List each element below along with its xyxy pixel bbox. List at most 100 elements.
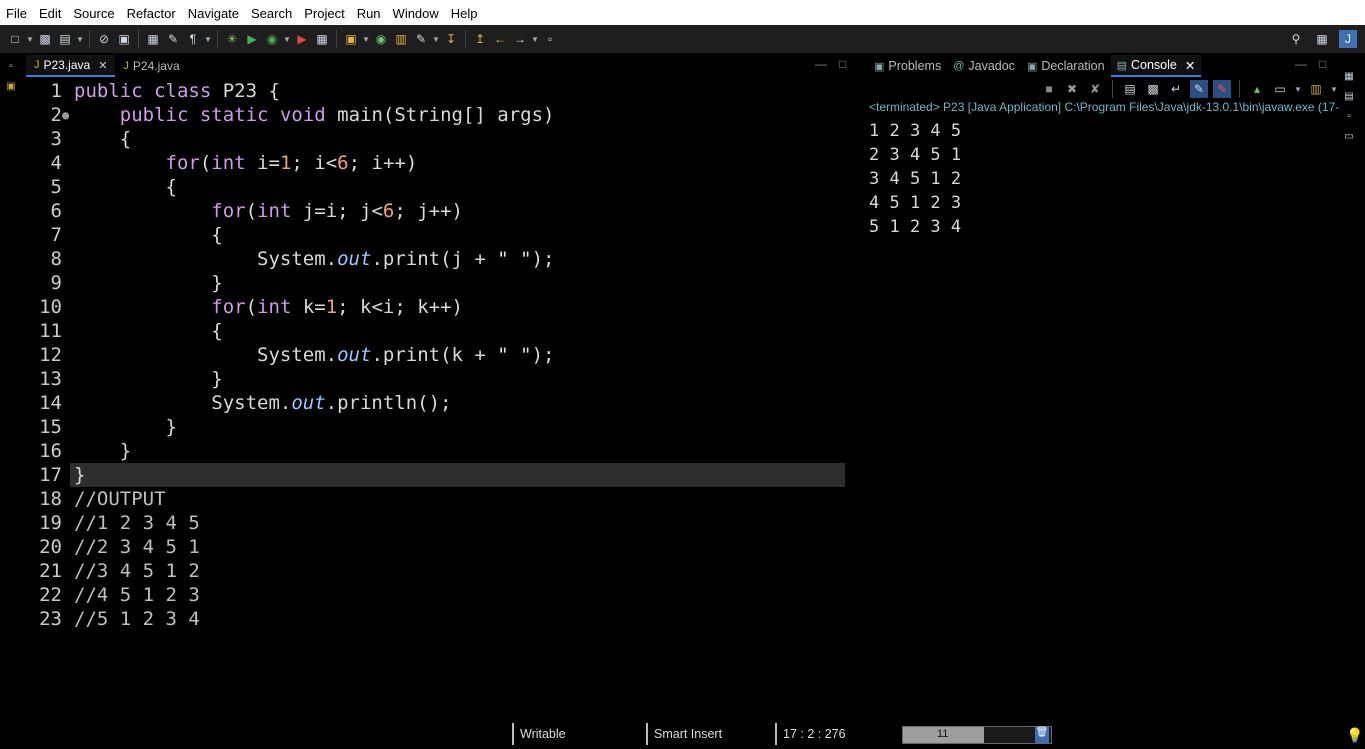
tab-javadoc[interactable]: @ Javadoc — [947, 55, 1021, 77]
mark-occurrences-icon[interactable]: ✎ — [164, 30, 182, 48]
code-line[interactable]: 22 //4 5 1 2 3 — [26, 583, 861, 607]
code-line[interactable]: 20 //2 3 4 5 1 — [26, 535, 861, 559]
close-icon[interactable]: ✕ — [98, 59, 107, 72]
open-type-icon[interactable]: ▣ — [115, 30, 133, 48]
code-line[interactable]: 7 { — [26, 223, 861, 247]
editor-tab-p24-java[interactable]: J P24.java — [115, 55, 187, 77]
remove-all-launches-icon[interactable]: ✘ — [1086, 80, 1104, 98]
code-line[interactable]: 2 ● public static void main(String[] args… — [26, 103, 861, 127]
chevron-down-icon[interactable]: ▼ — [362, 30, 370, 48]
remove-launch-icon[interactable]: ✖ — [1063, 80, 1081, 98]
show-on-output-icon[interactable]: ✎ — [1190, 80, 1208, 98]
tab-problems[interactable]: ▣ Problems — [868, 55, 947, 77]
code-line[interactable]: 5 { — [26, 175, 861, 199]
code-editor[interactable]: 1 public class P23 {2 ● public static void… — [26, 78, 861, 723]
code-line[interactable]: 19 //1 2 3 4 5 — [26, 511, 861, 535]
console-output[interactable]: 1 2 3 4 5 2 3 4 5 1 3 4 5 1 2 4 5 1 2 3 5 1 … — [869, 119, 961, 239]
save-all-icon[interactable]: ▤ — [56, 30, 74, 48]
code-line[interactable]: 11 { — [26, 319, 861, 343]
run-icon[interactable]: ▶ — [243, 30, 261, 48]
open-folder-icon[interactable]: ▥ — [392, 30, 410, 48]
debug-icon[interactable]: ✳ — [223, 30, 241, 48]
restore-icon[interactable]: ▫ — [1342, 109, 1356, 123]
external-tools-icon[interactable]: ▶ — [293, 30, 311, 48]
code-line[interactable]: 9 } — [26, 271, 861, 295]
new-class-icon[interactable]: ◉ — [372, 30, 390, 48]
code-line[interactable]: 18 //OUTPUT — [26, 487, 861, 511]
code-line[interactable]: 21 //3 4 5 1 2 — [26, 559, 861, 583]
menu-run[interactable]: Run — [351, 0, 387, 25]
save-icon[interactable]: ▩ — [36, 30, 54, 48]
menu-project[interactable]: Project — [298, 0, 350, 25]
code-line[interactable]: 23 //5 1 2 3 4 — [26, 607, 861, 631]
outline-icon[interactable]: ▦ — [1342, 69, 1356, 83]
heap-status[interactable]: 11 🗑 — [902, 726, 1052, 744]
code-line[interactable]: 14 System.out.println(); — [26, 391, 861, 415]
fold-icon[interactable]: ● — [62, 103, 69, 127]
menu-file[interactable]: File — [0, 0, 33, 25]
code-line[interactable]: 6 for(int j=i; j<6; j++) — [26, 199, 861, 223]
new-package-icon[interactable]: ▣ — [342, 30, 360, 48]
code-line[interactable]: 1 public class P23 { — [26, 79, 861, 103]
close-icon[interactable]: ✕ — [1185, 58, 1195, 73]
code-line[interactable]: 12 System.out.print(k + " "); — [26, 343, 861, 367]
chevron-down-icon[interactable]: ▼ — [531, 30, 539, 48]
code-line[interactable]: 4 for(int i=1; i<6; i++) — [26, 151, 861, 175]
menu-help[interactable]: Help — [445, 0, 484, 25]
scroll-lock-icon[interactable]: ▩ — [1144, 80, 1162, 98]
code-line[interactable]: 10 for(int k=1; k<i; k++) — [26, 295, 861, 319]
code-line[interactable]: 16 } — [26, 439, 861, 463]
tab-console[interactable]: ▤ Console ✕ — [1110, 55, 1202, 77]
chevron-down-icon[interactable]: ▼ — [76, 30, 84, 48]
forward-icon[interactable]: → — [511, 30, 529, 48]
annotation-prev-icon[interactable]: ↥ — [471, 30, 489, 48]
clear-console-icon[interactable]: ▤ — [1121, 80, 1139, 98]
code-line[interactable]: 13 } — [26, 367, 861, 391]
show-on-error-icon[interactable]: ✎ — [1213, 80, 1231, 98]
chevron-down-icon[interactable]: ▼ — [26, 30, 34, 48]
new-icon[interactable]: □ — [6, 30, 24, 48]
coverage-icon[interactable]: ◉ — [263, 30, 281, 48]
editor-tab-p23-java[interactable]: J P23.java ✕ — [26, 55, 116, 77]
minimize-icon[interactable]: — — [815, 57, 827, 71]
show-whitespace-icon[interactable]: ¶ — [184, 30, 202, 48]
perspective-icon[interactable]: ▫ — [541, 30, 559, 48]
skip-breakpoints-icon[interactable]: ⊘ — [95, 30, 113, 48]
chevron-down-icon[interactable]: ▼ — [204, 30, 212, 48]
menu-search[interactable]: Search — [245, 0, 298, 25]
chevron-down-icon[interactable]: ▼ — [283, 30, 291, 48]
new-java-project-icon[interactable]: ▦ — [313, 30, 331, 48]
tab-declaration[interactable]: ▣ Declaration — [1021, 55, 1111, 77]
menu-window[interactable]: Window — [387, 0, 445, 25]
menu-navigate[interactable]: Navigate — [182, 0, 245, 25]
maximize-icon[interactable]: □ — [839, 57, 846, 71]
maximize-icon[interactable]: □ — [1319, 57, 1326, 71]
menu-edit[interactable]: Edit — [33, 0, 67, 25]
chevron-down-icon[interactable]: ▼ — [1294, 80, 1302, 98]
package-explorer-icon[interactable]: ▣ — [4, 79, 18, 93]
chevron-down-icon[interactable]: ▼ — [1330, 80, 1338, 98]
menu-source[interactable]: Source — [67, 0, 120, 25]
menu-refactor[interactable]: Refactor — [121, 0, 182, 25]
lightbulb-icon[interactable]: 💡 — [1346, 727, 1363, 744]
search-icon[interactable]: ✎ — [412, 30, 430, 48]
trash-icon[interactable]: 🗑 — [1035, 727, 1049, 743]
back-icon[interactable]: ← — [491, 30, 509, 48]
terminate-icon[interactable]: ■ — [1040, 80, 1058, 98]
display-console-icon[interactable]: ▭ — [1271, 80, 1289, 98]
code-line[interactable]: 17} — [26, 463, 861, 487]
chevron-down-icon[interactable]: ▼ — [432, 30, 440, 48]
minimize-icon[interactable]: — — [1295, 57, 1307, 71]
java-perspective-icon[interactable]: J — [1339, 30, 1357, 48]
code-line[interactable]: 8 System.out.print(j + " "); — [26, 247, 861, 271]
open-console-icon[interactable]: ▥ — [1307, 80, 1325, 98]
annotation-next-icon[interactable]: ↧ — [442, 30, 460, 48]
insert-mode-status[interactable]: Smart Insert — [646, 723, 771, 745]
restore-icon[interactable]: ▫ — [4, 59, 18, 73]
open-perspective-icon[interactable]: ▦ — [1313, 30, 1331, 48]
word-wrap-icon[interactable]: ↵ — [1167, 80, 1185, 98]
open-task-icon[interactable]: ▦ — [144, 30, 162, 48]
task-list-icon[interactable]: ▤ — [1342, 89, 1356, 103]
view-icon[interactable]: ▭ — [1342, 129, 1356, 143]
code-line[interactable]: 3 { — [26, 127, 861, 151]
